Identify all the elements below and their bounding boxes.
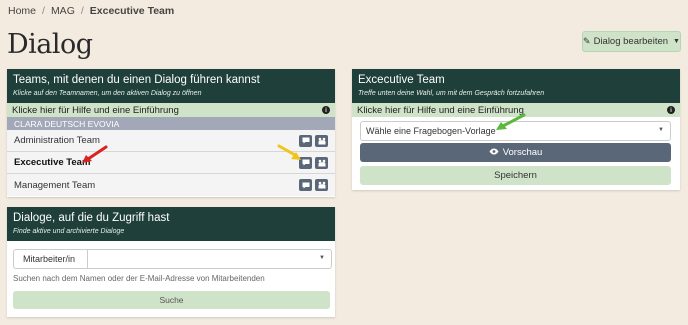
employee-select-label[interactable]: Mitarbeiter/in: [14, 250, 89, 268]
teams-panel-subtitle: Klicke auf den Teamnamen, um den aktiven…: [13, 90, 202, 97]
preview-button[interactable]: Vorschau: [360, 143, 671, 162]
org-row: CLARA DEUTSCH EVOVIA: [7, 117, 335, 130]
chevron-down-icon: ▼: [673, 38, 680, 45]
help-bar-label: Klicke hier für Hilfe und eine Einführun…: [12, 104, 179, 116]
pencil-icon: ✎: [583, 36, 591, 46]
red-arrow-annotation: [82, 145, 108, 163]
preview-button-label: Vorschau: [502, 147, 543, 158]
info-icon: i: [322, 106, 330, 114]
breadcrumb-mag[interactable]: MAG: [51, 5, 75, 17]
page-title: Dialog: [7, 29, 93, 60]
executive-panel-header: Excecutive Team Treffe unten deine Wahl,…: [352, 69, 680, 103]
edit-dialog-button[interactable]: ✎ Dialog bearbeiten ▼: [582, 31, 681, 52]
dialogs-panel-subtitle: Finde aktive und archivierte Dialoge: [13, 228, 125, 235]
green-arrow-annotation: [496, 113, 526, 130]
info-icon: i: [667, 106, 675, 114]
breadcrumb-home[interactable]: Home: [8, 5, 36, 17]
chat-icon[interactable]: [299, 179, 312, 191]
yellow-arrow-annotation: [277, 144, 301, 160]
employee-search-field[interactable]: Mitarbeiter/in ▼: [13, 249, 332, 269]
executive-panel-title: Excecutive Team: [358, 74, 445, 86]
team-icon[interactable]: [315, 156, 328, 169]
help-bar[interactable]: Klicke hier für Hilfe und eine Einführun…: [7, 103, 335, 117]
dialogs-panel-header: Dialoge, auf die du Zugriff hast Finde a…: [7, 207, 335, 241]
dialogs-panel-title: Dialoge, auf die du Zugriff hast: [13, 212, 170, 224]
breadcrumb-separator: /: [80, 5, 84, 17]
teams-panel-header: Teams, mit denen du einen Dialog führen …: [7, 69, 335, 103]
template-select-value[interactable]: Wähle eine Fragebogen-Vorlage: [361, 126, 496, 136]
teams-panel: Teams, mit denen du einen Dialog führen …: [7, 69, 335, 197]
eye-icon: [489, 147, 499, 158]
team-icon[interactable]: [315, 134, 328, 147]
save-button[interactable]: Speichern: [360, 166, 671, 185]
team-icon[interactable]: [315, 179, 328, 191]
search-button[interactable]: Suche: [13, 291, 330, 309]
edit-dialog-label: Dialog bearbeiten: [593, 36, 669, 47]
breadcrumb-separator: /: [42, 5, 45, 17]
search-hint: Suchen nach dem Namen oder der E-Mail-Ad…: [13, 274, 265, 283]
teams-panel-title: Teams, mit denen du einen Dialog führen …: [13, 74, 260, 86]
breadcrumb-current: Excecutive Team: [89, 5, 175, 17]
team-name[interactable]: Management Team: [14, 180, 95, 191]
chevron-down-icon[interactable]: ▼: [658, 127, 664, 133]
team-name[interactable]: Excecutive Team: [14, 157, 90, 168]
team-row-management[interactable]: Management Team: [7, 174, 335, 196]
dialogs-panel: Dialoge, auf die du Zugriff hast Finde a…: [7, 207, 335, 317]
chevron-down-icon[interactable]: ▼: [319, 255, 325, 261]
executive-panel-subtitle: Treffe unten deine Wahl, um mit dem Gesp…: [358, 90, 545, 97]
breadcrumb: Home / MAG / Excecutive Team: [8, 5, 174, 17]
